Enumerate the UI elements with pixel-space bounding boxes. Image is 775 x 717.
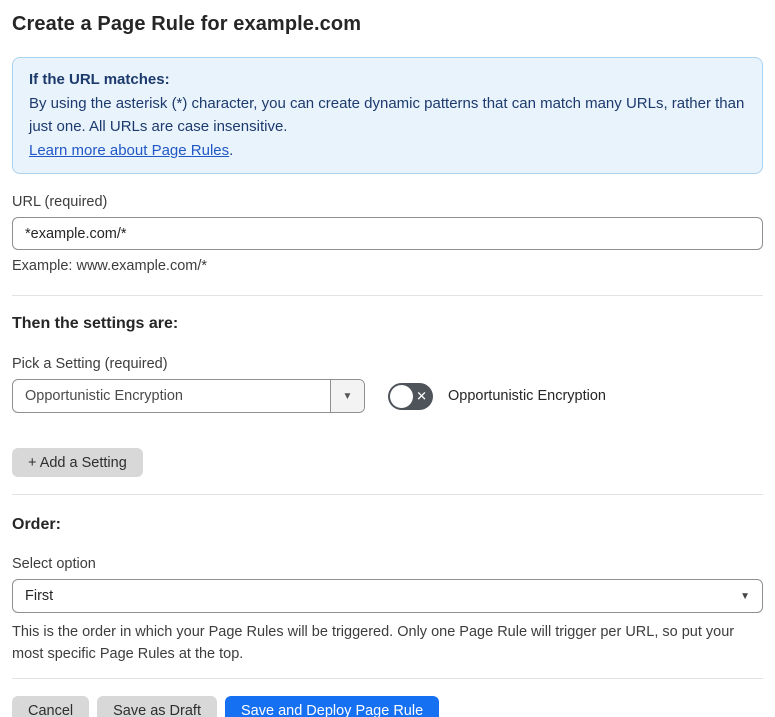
learn-more-link[interactable]: Learn more about Page Rules [29, 142, 229, 159]
toggle-knob [390, 384, 413, 408]
info-box-heading: If the URL matches: [29, 71, 170, 88]
order-select-label: Select option [12, 556, 96, 572]
cancel-button[interactable]: Cancel [12, 696, 90, 717]
save-deploy-button[interactable]: Save and Deploy Page Rule [224, 696, 440, 717]
save-draft-button[interactable]: Save as Draft [97, 696, 217, 717]
toggle-label: Opportunistic Encryption [448, 388, 606, 404]
order-select[interactable]: First ▼ [12, 579, 763, 613]
order-select-value: First [25, 588, 54, 604]
order-section-heading: Order: [12, 516, 61, 533]
setting-select-value: Opportunistic Encryption [25, 388, 183, 404]
pick-setting-label: Pick a Setting (required) [12, 356, 168, 372]
order-helper-text: This is the order in which your Page Rul… [12, 624, 735, 662]
url-match-info-box: If the URL matches: By using the asteris… [12, 57, 763, 174]
setting-row: Opportunistic Encryption ▼ ✕ Opportunist… [12, 379, 763, 413]
dropdown-arrow-icon[interactable]: ▼ [330, 380, 364, 412]
url-example-helper: Example: www.example.com/* [12, 258, 208, 274]
footer-actions: Cancel Save as Draft Save and Deploy Pag… [12, 696, 763, 717]
setting-select[interactable]: Opportunistic Encryption ▼ [12, 379, 365, 413]
url-field-label: URL (required) [12, 194, 108, 210]
section-divider [12, 494, 763, 495]
page-rule-form: Create a Page Rule for example.com If th… [0, 0, 775, 717]
info-box-link-line: Learn more about Page Rules. [29, 139, 746, 163]
opportunistic-encryption-toggle[interactable]: ✕ [388, 382, 433, 410]
section-divider [12, 295, 763, 296]
chevron-down-icon: ▼ [740, 590, 750, 602]
footer-divider [12, 678, 763, 679]
url-input[interactable] [12, 217, 763, 250]
info-box-body: By using the asterisk (*) character, you… [29, 94, 745, 136]
add-setting-button[interactable]: + Add a Setting [12, 448, 143, 477]
page-title: Create a Page Rule for example.com [12, 13, 362, 35]
toggle-x-icon: ✕ [416, 388, 427, 404]
link-suffix: . [229, 141, 234, 159]
settings-section-heading: Then the settings are: [12, 315, 179, 332]
